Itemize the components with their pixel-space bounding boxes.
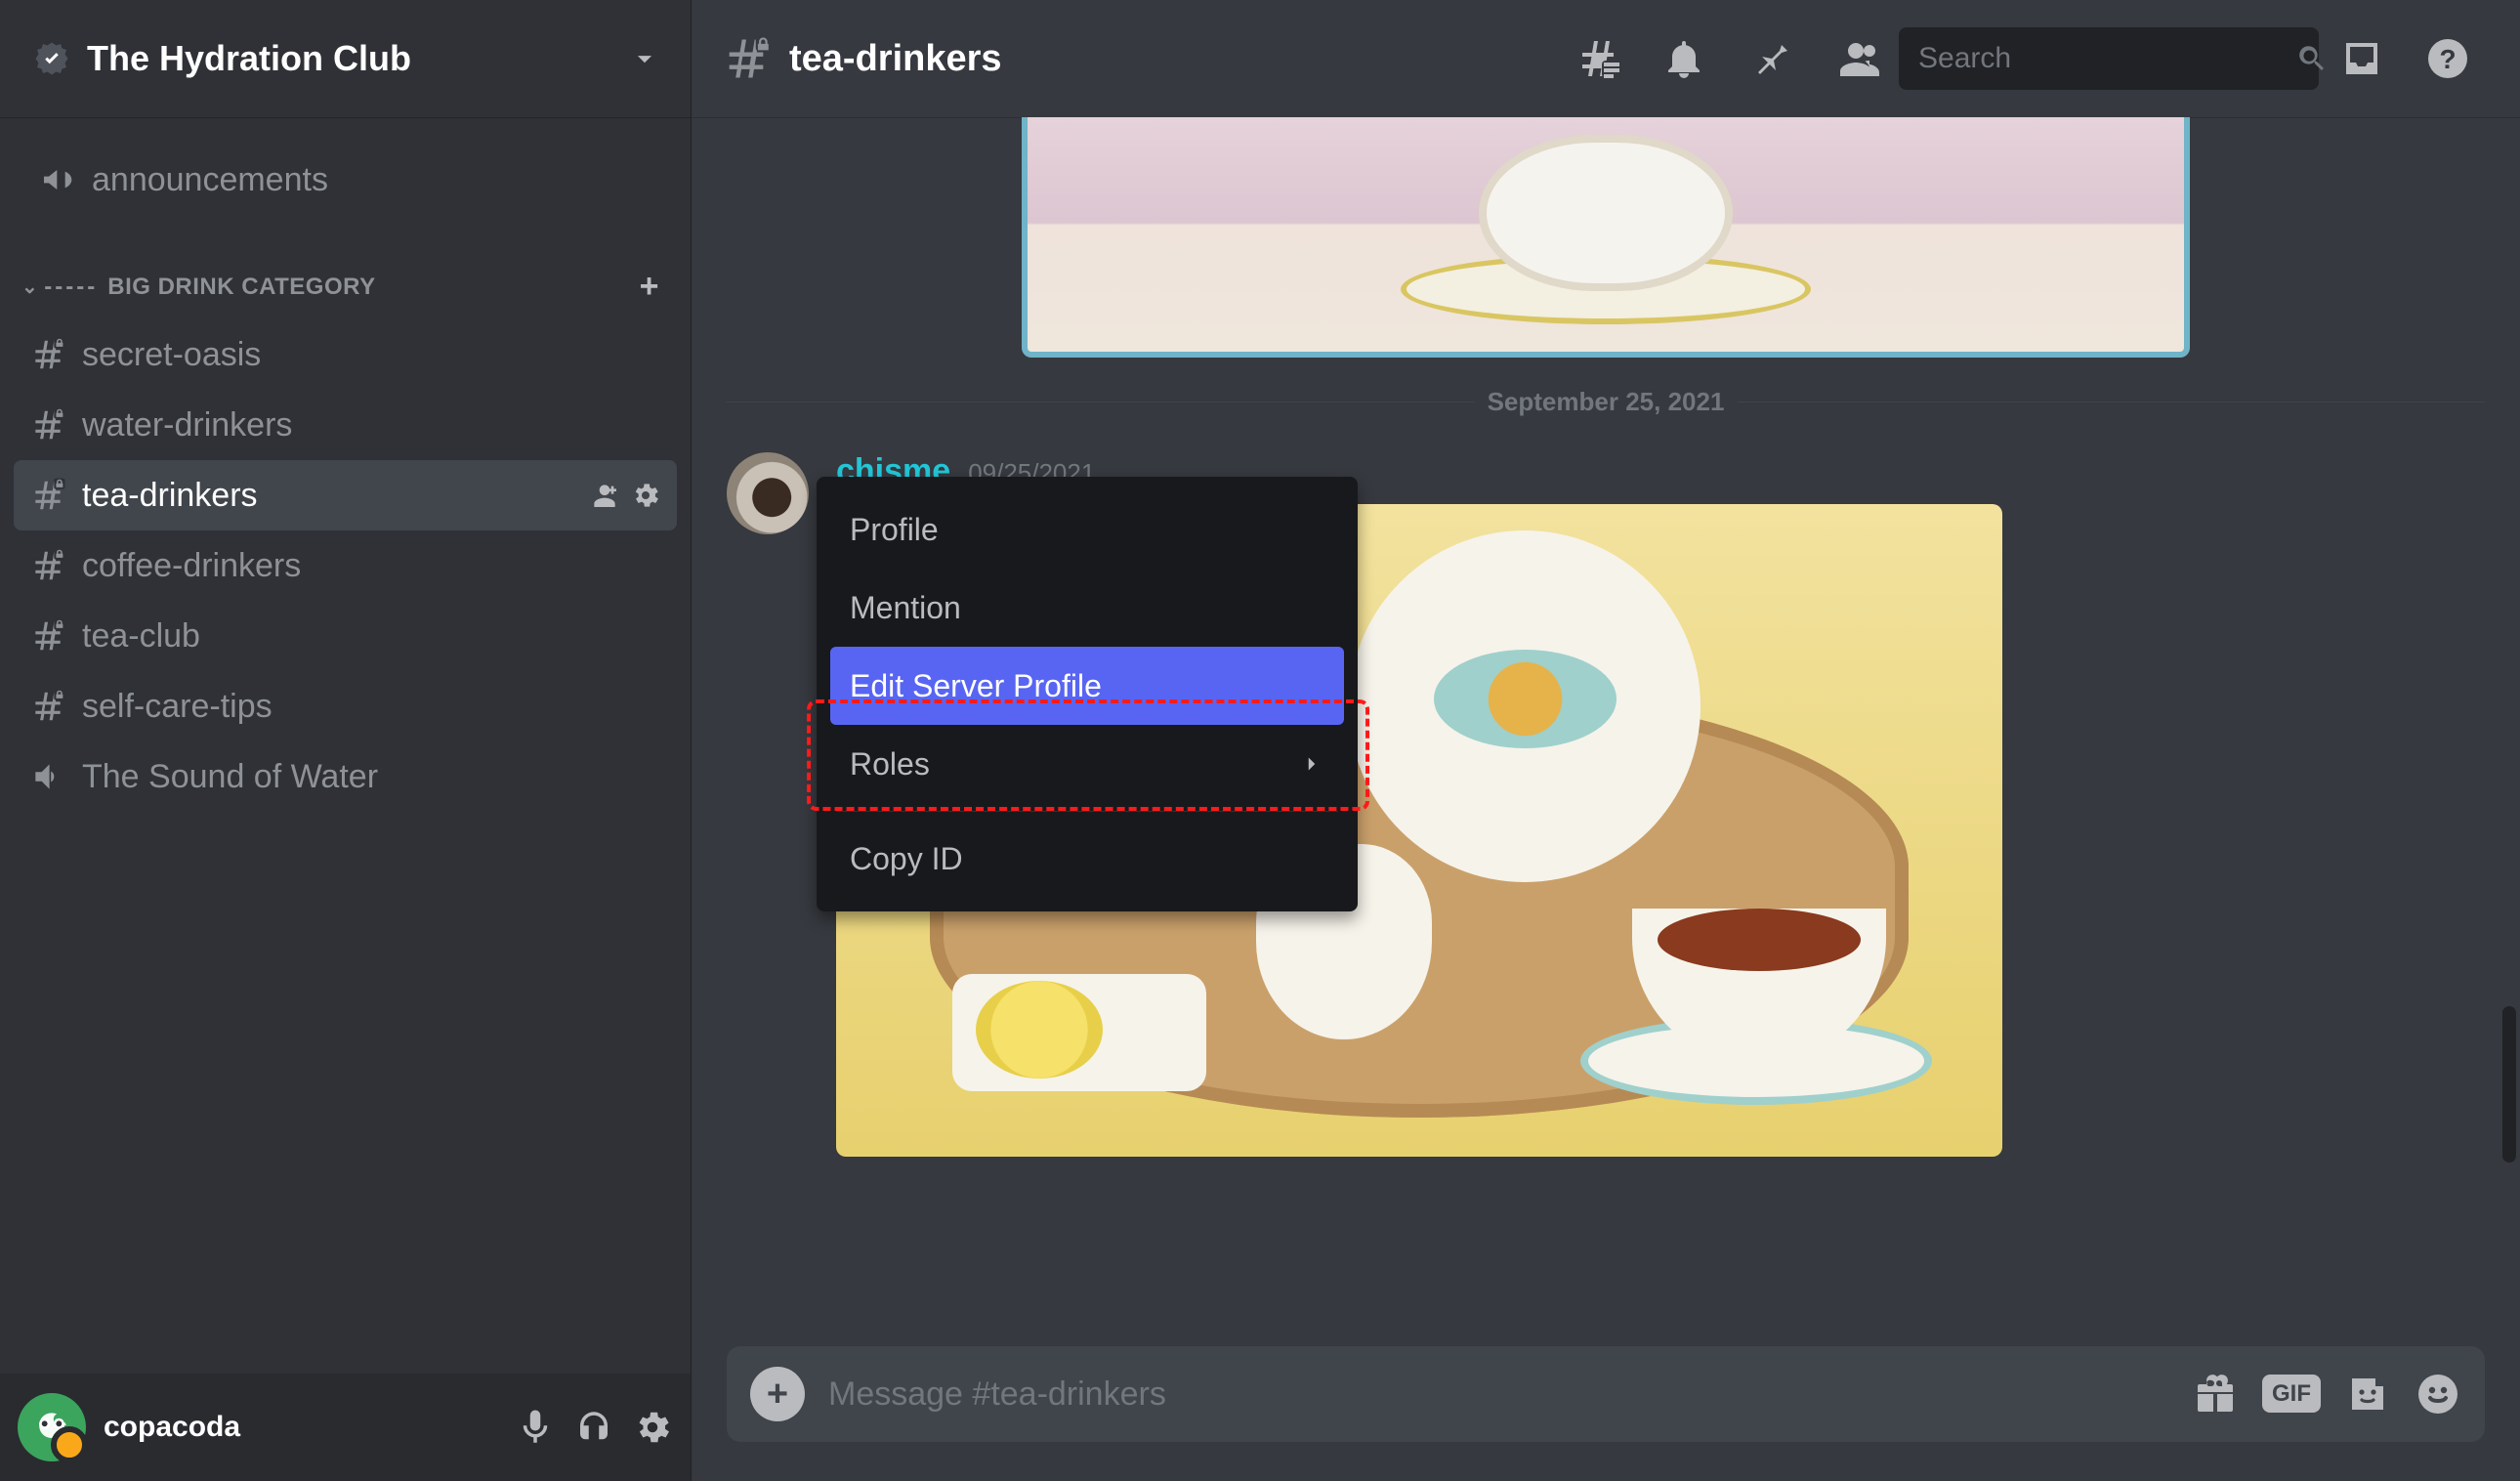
chat-scroll[interactable]: September 25, 2021 chisme 09/25/2021 xyxy=(692,117,2520,1346)
channel-label: water-drinkers xyxy=(82,406,661,444)
message-author-avatar[interactable] xyxy=(727,452,809,534)
user-panel: copacoda xyxy=(0,1374,691,1481)
channel-coffee-drinkers[interactable]: coffee-drinkers xyxy=(14,530,677,601)
category-dashes: ----- xyxy=(44,274,98,301)
category-name: BIG DRINK CATEGORY xyxy=(107,274,639,301)
inbox-button[interactable] xyxy=(2338,35,2385,82)
hash-lock-icon xyxy=(29,477,82,514)
hash-lock-icon xyxy=(721,33,772,84)
deafen-button[interactable] xyxy=(573,1407,614,1448)
add-channel-button[interactable]: + xyxy=(640,268,659,306)
server-verified-icon xyxy=(34,41,69,76)
megaphone-icon xyxy=(39,160,92,199)
help-button[interactable]: ? xyxy=(2424,35,2471,82)
create-invite-icon[interactable] xyxy=(589,480,620,511)
threads-button[interactable] xyxy=(1575,35,1621,82)
channel-label: The Sound of Water xyxy=(82,758,661,796)
composer-area: + GIF xyxy=(692,1346,2520,1481)
hash-lock-icon xyxy=(29,617,82,655)
settings-button[interactable] xyxy=(632,1407,673,1448)
channel-label: announcements xyxy=(92,161,661,199)
pinned-button[interactable] xyxy=(1746,35,1793,82)
date-divider: September 25, 2021 xyxy=(727,358,2485,417)
channel-title: tea-drinkers xyxy=(789,38,1555,80)
channel-label: secret-oasis xyxy=(82,336,661,374)
chevron-down-icon xyxy=(628,42,661,75)
category-header[interactable]: ⌄ ----- BIG DRINK CATEGORY + xyxy=(14,240,677,319)
hash-lock-icon xyxy=(29,688,82,725)
gift-button[interactable] xyxy=(2192,1371,2239,1418)
chevron-down-icon: ⌄ xyxy=(21,275,38,299)
channel-topbar: tea-drinkers ? xyxy=(692,0,2520,117)
channel-secret-oasis[interactable]: secret-oasis xyxy=(14,319,677,390)
main-area: tea-drinkers ? xyxy=(692,0,2520,1481)
hash-lock-icon xyxy=(29,547,82,584)
channel-tea-club[interactable]: tea-club xyxy=(14,601,677,671)
ctx-mention[interactable]: Mention xyxy=(830,569,1344,647)
search-box[interactable] xyxy=(1899,27,2319,90)
ctx-separator xyxy=(836,811,1338,812)
channel-tea-drinkers[interactable]: tea-drinkers xyxy=(14,460,677,530)
server-header[interactable]: The Hydration Club xyxy=(0,0,691,117)
channel-label: tea-drinkers xyxy=(82,477,589,515)
server-name: The Hydration Club xyxy=(87,38,628,79)
channel-sidebar: The Hydration Club announcements ⌄ -----… xyxy=(0,0,692,1481)
search-input[interactable] xyxy=(1918,42,2295,75)
channel-label: tea-club xyxy=(82,617,661,656)
channel-list: announcements ⌄ ----- BIG DRINK CATEGORY… xyxy=(0,117,691,1374)
channel-announcements[interactable]: announcements xyxy=(23,145,677,215)
speaker-icon xyxy=(29,758,82,795)
message-composer[interactable]: + GIF xyxy=(727,1346,2485,1442)
gear-icon[interactable] xyxy=(630,480,661,511)
notifications-button[interactable] xyxy=(1660,35,1707,82)
divider-date: September 25, 2021 xyxy=(1474,387,1739,417)
mute-button[interactable] xyxy=(515,1407,556,1448)
username: copacoda xyxy=(104,1411,497,1444)
channel-label: self-care-tips xyxy=(82,688,661,726)
chevron-right-icon xyxy=(1299,751,1324,777)
members-button[interactable] xyxy=(1832,35,1879,82)
search-icon xyxy=(2295,42,2329,75)
hash-lock-icon xyxy=(29,336,82,373)
channel-label: coffee-drinkers xyxy=(82,547,661,585)
attach-button[interactable]: + xyxy=(750,1367,805,1421)
channel-self-care-tips[interactable]: self-care-tips xyxy=(14,671,677,741)
channel-water-drinkers[interactable]: water-drinkers xyxy=(14,390,677,460)
channel-the-sound-of-water[interactable]: The Sound of Water xyxy=(14,741,677,812)
user-context-menu: Profile Mention Edit Server Profile Role… xyxy=(817,477,1358,911)
ctx-profile[interactable]: Profile xyxy=(830,490,1344,569)
ctx-copy-id[interactable]: Copy ID xyxy=(830,820,1344,898)
message-input[interactable] xyxy=(828,1375,2168,1414)
message-attachment-image[interactable] xyxy=(1022,117,2190,358)
scrollbar[interactable] xyxy=(2502,1006,2516,1163)
sticker-button[interactable] xyxy=(2344,1371,2391,1418)
gif-button[interactable]: GIF xyxy=(2262,1380,2321,1408)
ctx-roles[interactable]: Roles xyxy=(830,725,1344,803)
app-root: The Hydration Club announcements ⌄ -----… xyxy=(0,0,2520,1481)
emoji-button[interactable] xyxy=(2415,1371,2461,1418)
user-avatar[interactable] xyxy=(18,1393,86,1461)
svg-text:?: ? xyxy=(2439,44,2456,74)
ctx-edit-server-profile[interactable]: Edit Server Profile xyxy=(830,647,1344,725)
hash-lock-icon xyxy=(29,406,82,444)
